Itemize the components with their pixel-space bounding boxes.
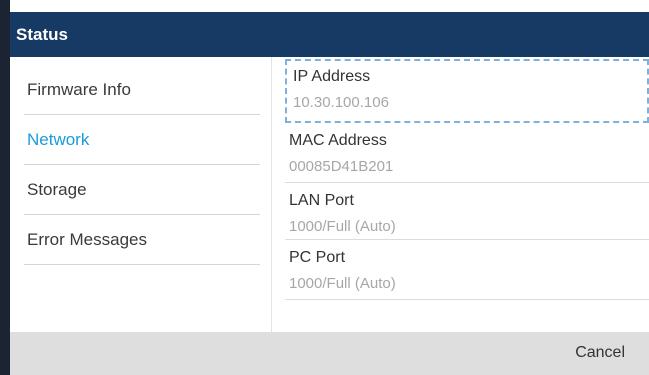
detail-value: 10.30.100.106 [293,94,389,111]
detail-value: 1000/Full (Auto) [289,275,396,292]
sidebar-item-error-messages[interactable]: Error Messages [24,215,260,265]
detail-label: LAN Port [289,192,354,209]
detail-row-ip-address[interactable]: IP Address 10.30.100.106 [285,59,649,123]
content-area: Firmware Info Network Storage Error Mess… [10,57,649,332]
detail-row-pc-port[interactable]: PC Port 1000/Full (Auto) [285,240,649,300]
detail-label: IP Address [293,68,371,85]
title-bar: Status [10,12,649,57]
detail-value: 1000/Full (Auto) [289,218,396,235]
network-details: IP Address 10.30.100.106 MAC Address 000… [273,57,649,332]
sidebar-item-firmware-info[interactable]: Firmware Info [24,65,260,115]
sidebar-item-label: Storage [27,179,87,199]
sidebar: Firmware Info Network Storage Error Mess… [10,57,272,332]
page-title: Status [16,24,68,44]
status-screen: Status Firmware Info Network Storage Err… [0,0,649,375]
sidebar-item-storage[interactable]: Storage [24,165,260,215]
screen-bezel [0,0,10,375]
sidebar-item-network[interactable]: Network [24,115,260,165]
cancel-button[interactable]: Cancel [575,344,625,362]
detail-label: PC Port [289,249,346,266]
sidebar-item-label: Error Messages [27,229,147,249]
detail-row-lan-port[interactable]: LAN Port 1000/Full (Auto) [285,183,649,240]
softkey-bar: Cancel [10,332,649,375]
detail-label: MAC Address [289,132,387,149]
sidebar-item-label: Firmware Info [27,79,131,99]
sidebar-item-label: Network [27,129,90,149]
detail-row-mac-address[interactable]: MAC Address 00085D41B201 [285,123,649,183]
detail-value: 00085D41B201 [289,158,394,175]
